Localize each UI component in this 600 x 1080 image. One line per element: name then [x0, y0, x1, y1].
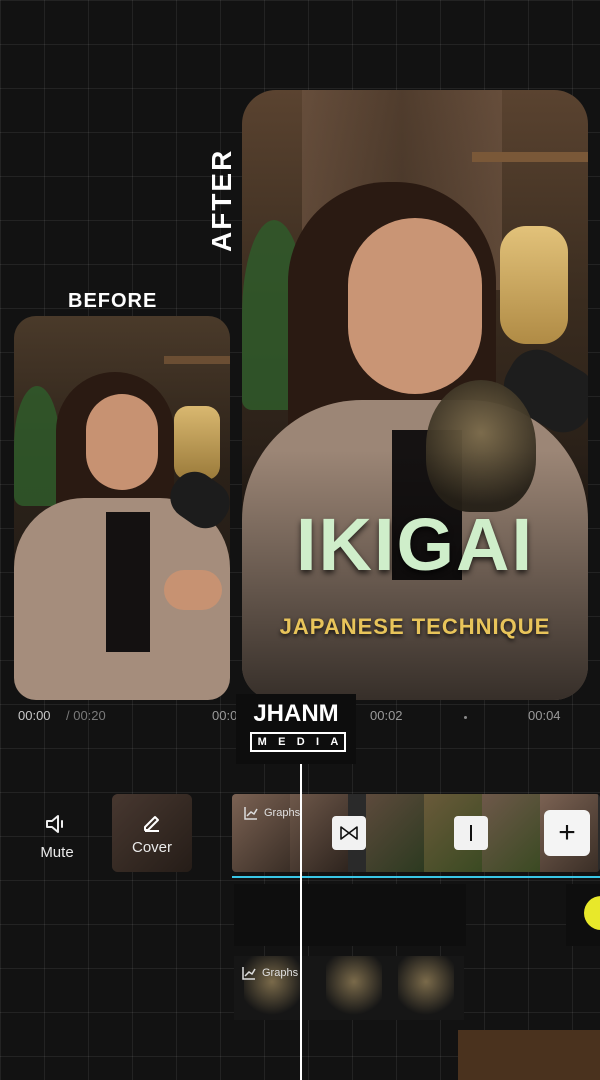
graph-icon — [242, 967, 256, 980]
samurai-thumbnail — [398, 956, 454, 1020]
transition-icon — [340, 826, 358, 840]
overlay-track[interactable] — [234, 884, 466, 946]
mute-button[interactable]: Mute — [30, 812, 84, 861]
face-shape — [348, 218, 482, 394]
shelf-shape — [164, 356, 230, 364]
watermark-logo: JHANM M E D I A — [236, 694, 356, 764]
time-dot — [464, 716, 467, 719]
logo-letter: D — [296, 736, 305, 748]
track-label-group: Graphs — [244, 806, 300, 820]
plus-icon: + — [558, 816, 576, 849]
total-time: / 00:20 — [66, 708, 106, 723]
bottom-block — [458, 1030, 600, 1080]
samurai-thumbnail — [326, 956, 382, 1020]
logo-letter: A — [330, 736, 339, 748]
before-preview — [14, 316, 230, 700]
after-label: AFTER — [206, 148, 237, 252]
current-time: 00:00 — [18, 708, 51, 723]
vase-shape — [500, 226, 568, 344]
hand-shape — [164, 570, 222, 610]
logo-sub-text: M E D I A — [250, 732, 346, 752]
graph-icon — [244, 807, 258, 820]
thumbnail-headline: IKIGAI — [295, 503, 535, 586]
before-label: BEFORE — [68, 290, 158, 312]
thumbnail-subheadline: JAPANESE TECHNIQUE — [279, 614, 551, 639]
logo-main-text: JHANM — [253, 700, 339, 727]
cover-overlay: Cover — [112, 794, 192, 872]
split-icon — [470, 825, 472, 841]
shelf-shape — [472, 152, 588, 162]
edit-pencil-icon — [144, 815, 159, 832]
lamp-shape — [174, 406, 220, 480]
selection-line — [232, 876, 600, 878]
track-label-group: Graphs — [242, 966, 298, 980]
cover-button[interactable]: Cover — [112, 794, 192, 872]
split-button[interactable] — [454, 816, 488, 850]
logo-letter: E — [278, 736, 286, 748]
shirt-shape — [106, 512, 150, 652]
track-frame — [482, 794, 540, 872]
mute-label: Mute — [40, 844, 74, 861]
playhead[interactable] — [300, 764, 302, 1080]
logo-letter: I — [316, 736, 320, 748]
face-shape — [86, 394, 158, 490]
cover-label: Cover — [131, 838, 172, 856]
track-label: Graphs — [262, 967, 299, 979]
transition-button[interactable] — [332, 816, 366, 850]
time-tick: 00:04 — [528, 708, 561, 723]
add-clip-button[interactable]: + — [544, 810, 590, 856]
after-preview: IKIGAI JAPANESE TECHNIQUE — [242, 90, 588, 700]
track-frame — [366, 794, 424, 872]
speaker-icon — [46, 815, 63, 833]
logo-letter: M — [257, 736, 267, 748]
plant-shape — [14, 386, 60, 506]
track-label: Graphs — [264, 807, 301, 819]
time-tick: 00:0 — [212, 708, 238, 723]
time-tick: 00:02 — [370, 708, 403, 723]
graphics-track[interactable]: Graphs — [234, 956, 464, 1020]
